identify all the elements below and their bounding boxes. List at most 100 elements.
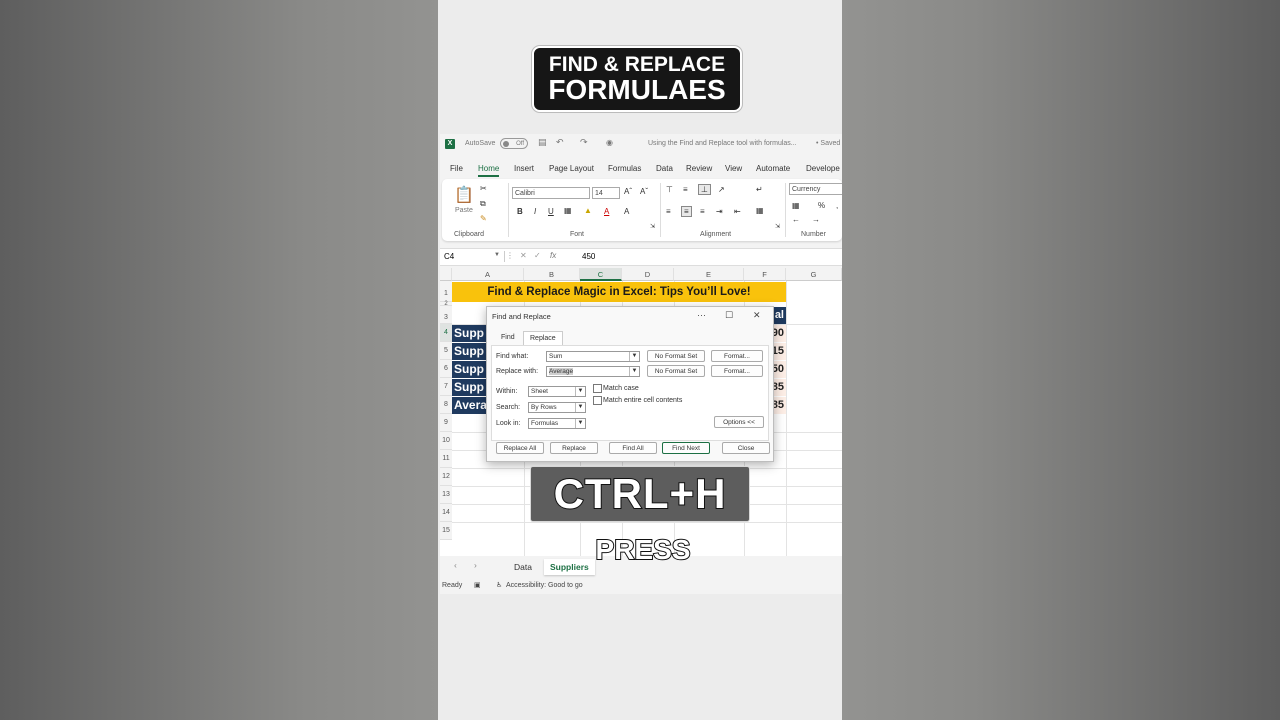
chevron-down-icon[interactable]: ▼ xyxy=(575,403,585,412)
column-header[interactable]: C xyxy=(580,268,622,281)
replace-with-input[interactable]: Average ▼ xyxy=(546,366,640,377)
outdent-icon[interactable]: ⇤ xyxy=(734,207,741,216)
align-right-icon[interactable]: ≡ xyxy=(700,207,705,216)
indent-icon[interactable]: ⇥ xyxy=(716,207,723,216)
supplier-name-cell[interactable]: Supp xyxy=(452,379,488,396)
insert-function-icon[interactable]: fx xyxy=(550,251,556,260)
options-button[interactable]: Options << xyxy=(714,416,764,428)
look-in-select[interactable]: Formulas ▼ xyxy=(528,418,586,429)
save-icon[interactable]: ▤ xyxy=(538,137,547,148)
row-header[interactable]: 1 xyxy=(440,281,452,302)
paste-icon[interactable]: 📋 xyxy=(454,185,474,205)
tab-replace[interactable]: Replace xyxy=(523,331,563,346)
copy-icon[interactable]: ⧉ xyxy=(480,199,486,209)
merge-center-icon[interactable]: ▦ xyxy=(756,206,764,215)
maximize-icon[interactable]: ☐ xyxy=(725,310,733,321)
row-header[interactable]: 13 xyxy=(440,486,452,504)
accounting-format-icon[interactable]: ▦ xyxy=(792,201,800,210)
column-header[interactable]: F xyxy=(744,268,786,281)
column-header[interactable]: B xyxy=(524,268,580,281)
font-size-up-icon[interactable]: A xyxy=(624,207,629,216)
menu-formulas[interactable]: Formulas xyxy=(608,164,641,173)
find-all-button[interactable]: Find All xyxy=(609,442,657,454)
search-select[interactable]: By Rows ▼ xyxy=(528,402,586,413)
column-header[interactable]: E xyxy=(674,268,744,281)
match-case-checkbox[interactable] xyxy=(593,384,602,393)
wrap-text-icon[interactable]: ↵ xyxy=(756,185,763,194)
bold-icon[interactable]: B xyxy=(517,207,523,216)
within-select[interactable]: Sheet ▼ xyxy=(528,386,586,397)
column-header[interactable]: A xyxy=(452,268,524,281)
macro-record-icon[interactable]: ▣ xyxy=(474,578,481,594)
replace-format-button[interactable]: Format... xyxy=(711,365,763,377)
supplier-name-cell[interactable]: Supp xyxy=(452,361,488,378)
menu-page-layout[interactable]: Page Layout xyxy=(549,164,594,173)
align-center-icon[interactable]: ≡ xyxy=(681,206,692,217)
scroll-left-icon[interactable]: ‹ xyxy=(454,560,457,570)
row-header[interactable]: 6 xyxy=(440,360,452,378)
chevron-down-icon[interactable]: ▼ xyxy=(629,352,639,361)
replace-button[interactable]: Replace xyxy=(550,442,598,454)
accessibility-icon[interactable]: ♿ xyxy=(496,578,502,594)
font-color-icon[interactable]: A xyxy=(604,207,609,216)
row-header[interactable]: 3 xyxy=(440,306,452,324)
formula-value[interactable]: 450 xyxy=(582,252,595,261)
supplier-name-cell[interactable]: Supp xyxy=(452,343,488,360)
menu-file[interactable]: File xyxy=(450,164,463,173)
status-accessibility[interactable]: Accessibility: Good to go xyxy=(506,578,583,594)
match-entire-checkbox[interactable] xyxy=(593,396,602,405)
menu-review[interactable]: Review xyxy=(686,164,712,173)
increase-decimal-icon[interactable]: ← xyxy=(792,215,800,224)
font-name-box[interactable]: Calibri xyxy=(512,187,590,199)
row-header[interactable]: 11 xyxy=(440,450,452,468)
align-middle-icon[interactable]: ≡ xyxy=(683,185,688,194)
tab-find[interactable]: Find xyxy=(495,331,521,345)
supplier-name-cell[interactable]: Supp xyxy=(452,325,488,342)
row-header[interactable]: 15 xyxy=(440,522,452,540)
align-top-icon[interactable]: ⊤ xyxy=(666,185,673,194)
menu-home[interactable]: Home xyxy=(478,164,500,177)
help-icon[interactable]: ··· xyxy=(697,310,706,320)
italic-icon[interactable]: I xyxy=(534,207,536,216)
row-header[interactable]: 5 xyxy=(440,342,452,360)
row-header[interactable]: 4 xyxy=(440,324,452,342)
name-box-dropdown-icon[interactable]: ▼ xyxy=(494,252,500,258)
row-header[interactable]: 14 xyxy=(440,504,452,522)
fill-color-icon[interactable]: ▲ xyxy=(584,206,592,215)
menu-view[interactable]: View xyxy=(725,164,742,173)
alignment-dialog-launcher-icon[interactable]: ⇲ xyxy=(775,223,780,230)
underline-icon[interactable]: U xyxy=(548,207,554,216)
borders-icon[interactable]: ▦ xyxy=(564,206,572,215)
row-header[interactable]: 9 xyxy=(440,414,452,432)
row-header[interactable]: 8 xyxy=(440,396,452,414)
scroll-right-icon[interactable]: › xyxy=(474,560,477,570)
enter-icon[interactable]: ✓ xyxy=(534,251,541,260)
find-next-button[interactable]: Find Next xyxy=(662,442,710,454)
sheet-tab-data[interactable]: Data xyxy=(508,559,538,575)
redo-icon[interactable]: ↷ xyxy=(580,137,588,148)
chevron-down-icon[interactable]: ▼ xyxy=(575,419,585,428)
format-painter-icon[interactable]: ✎ xyxy=(480,214,487,223)
menu-developer[interactable]: Develope xyxy=(806,164,840,173)
percent-icon[interactable]: % xyxy=(818,201,825,210)
row-header[interactable]: 10 xyxy=(440,432,452,450)
camera-icon[interactable]: ◉ xyxy=(606,138,613,147)
menu-data[interactable]: Data xyxy=(656,164,673,173)
row-header[interactable]: 12 xyxy=(440,468,452,486)
column-header[interactable]: G xyxy=(786,268,842,281)
autosave-toggle[interactable]: Off xyxy=(500,138,528,149)
close-icon[interactable]: ✕ xyxy=(753,310,761,321)
font-size-box[interactable]: 14 xyxy=(592,187,620,199)
average-label-cell[interactable]: Avera xyxy=(452,397,488,414)
font-dialog-launcher-icon[interactable]: ⇲ xyxy=(650,223,655,230)
chevron-down-icon[interactable]: ▼ xyxy=(629,367,639,376)
find-what-input[interactable]: Sum ▼ xyxy=(546,351,640,362)
comma-icon[interactable]: , xyxy=(836,201,838,210)
cancel-icon[interactable]: ✕ xyxy=(520,251,527,260)
orientation-icon[interactable]: ↗ xyxy=(718,185,725,194)
select-all-corner[interactable] xyxy=(440,268,452,281)
close-button[interactable]: Close xyxy=(722,442,770,454)
cut-icon[interactable]: ✂ xyxy=(480,184,487,193)
row-header[interactable]: 7 xyxy=(440,378,452,396)
undo-icon[interactable]: ↶ xyxy=(556,137,564,148)
